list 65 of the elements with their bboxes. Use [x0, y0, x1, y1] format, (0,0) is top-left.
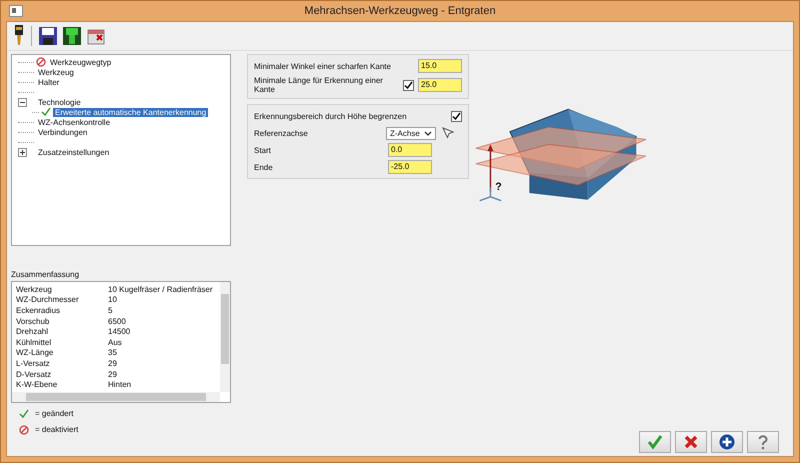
ok-button[interactable]	[639, 431, 671, 453]
summary-key: Werkzeug	[16, 284, 108, 294]
expander-icon[interactable]	[18, 148, 27, 156]
question-mark-label: ?	[495, 181, 502, 194]
checkmark-icon	[19, 408, 29, 419]
cancel-button[interactable]	[675, 431, 707, 453]
field-label: Referenzachse	[254, 128, 309, 138]
summary-value: 35	[108, 348, 117, 358]
summary-value: 14500	[108, 327, 130, 336]
window-icon	[9, 5, 23, 17]
input-field[interactable]: 25.0	[418, 78, 462, 92]
tree-item[interactable]: Technologie	[36, 98, 83, 106]
summary-key: WZ-Durchmesser	[16, 295, 108, 304]
tree-item[interactable]: Werkzeug	[36, 68, 76, 76]
axis-dropdown[interactable]: Z-Achse	[386, 126, 436, 140]
summary-key: Vorschub	[16, 316, 108, 326]
pick-button[interactable]	[440, 126, 456, 140]
summary-key: WZ-Länge	[16, 348, 108, 358]
input-field[interactable]: 15.0	[418, 59, 462, 73]
input-field[interactable]: -25.0	[388, 160, 432, 174]
summary-value: 29	[108, 358, 117, 368]
tree-item[interactable]: Erweiterte automatische Kantenerkennung	[53, 108, 208, 116]
tree-item[interactable]: Zusatzeinstellungen	[36, 148, 112, 156]
help-button[interactable]	[747, 431, 779, 453]
add-button[interactable]	[711, 431, 743, 453]
deactivated-icon	[19, 424, 29, 435]
summary-key: K-W-Ebene	[16, 380, 108, 390]
save-program-icon[interactable]	[62, 26, 82, 46]
legend-text: = deaktiviert	[35, 425, 78, 434]
summary-value: 6500	[108, 316, 126, 326]
summary-value: Aus	[108, 338, 122, 347]
field-label: Minimaler Winkel einer scharfen Kante	[254, 62, 392, 70]
save-icon[interactable]	[38, 26, 58, 46]
summary-value: 29	[108, 370, 117, 379]
summary-key: Drehzahl	[16, 327, 108, 336]
plus-circle-icon	[719, 434, 735, 450]
horizontal-scrollbar[interactable]	[12, 392, 220, 402]
window-title: Mehrachsen-Werkzeugweg - Entgraten	[303, 5, 497, 17]
tree-item[interactable]: Werkzeugwegtyp	[48, 58, 114, 66]
vertical-scrollbar[interactable]	[220, 282, 230, 392]
summary-value: 10	[108, 295, 117, 304]
checkbox[interactable]	[451, 110, 462, 122]
field-label: Ende	[254, 162, 274, 172]
summary-heading: Zusammenfassung	[11, 270, 80, 279]
summary-key: Eckenradius	[16, 306, 108, 315]
tree-item[interactable]: Verbindungen	[36, 128, 90, 136]
summary-key: D-Versatz	[16, 370, 108, 379]
legend-text: = geändert	[35, 409, 74, 418]
summary-value: Hinten	[108, 380, 132, 390]
summary-key: L-Versatz	[16, 358, 108, 368]
tool-icon[interactable]	[13, 25, 25, 47]
tree-item[interactable]: WZ-Achsenkontrolle	[36, 118, 112, 126]
checkbox[interactable]	[403, 80, 414, 90]
summary-value: 10 Kugelfräser / Radienfräser	[108, 284, 212, 294]
field-label: Minimale Länge für Erkennung einer Kante	[254, 76, 384, 94]
summary-value: 5	[108, 306, 112, 315]
summary-key: Kühlmittel	[16, 338, 108, 347]
field-label: Start	[254, 146, 272, 154]
caret-icon	[424, 130, 432, 136]
field-label: Erkennungsbereich durch Höhe begrenzen	[254, 112, 408, 120]
cross-icon	[683, 434, 699, 450]
expander-icon[interactable]	[18, 98, 27, 106]
checkmark-icon	[647, 434, 663, 450]
tree-item[interactable]: Halter	[36, 78, 62, 86]
input-field[interactable]: 0.0	[388, 143, 432, 157]
